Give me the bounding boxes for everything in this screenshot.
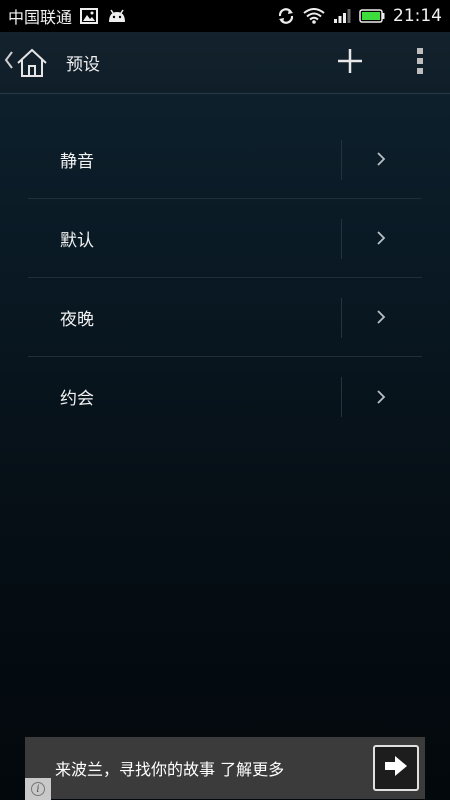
action-bar: 预设 xyxy=(0,32,450,94)
ad-text: 来波兰，寻找你的故事 了解更多 xyxy=(55,760,285,779)
preset-list: 静音 默认 夜晚 约会 xyxy=(28,120,422,436)
screen: 中国联通 21:14 预设 静音 默认 夜晚 约会 来波兰，寻找你的故事 了解更… xyxy=(0,0,450,800)
row-divider xyxy=(341,219,342,259)
row-divider xyxy=(341,140,342,180)
android-icon xyxy=(106,8,128,24)
clock: 21:14 xyxy=(393,6,442,26)
back-chevron-icon xyxy=(4,49,14,77)
ad-go-button[interactable] xyxy=(373,745,419,791)
chevron-right-icon[interactable] xyxy=(376,278,386,356)
up-navigation-button[interactable] xyxy=(0,32,50,93)
preset-label: 夜晚 xyxy=(60,309,94,330)
chevron-right-icon[interactable] xyxy=(376,199,386,277)
page-title: 预设 xyxy=(66,55,100,75)
preset-item-mute[interactable]: 静音 xyxy=(28,120,422,199)
add-icon xyxy=(336,47,364,79)
preset-label: 静音 xyxy=(60,151,94,172)
preset-item-default[interactable]: 默认 xyxy=(28,199,422,278)
info-icon: i xyxy=(31,782,45,796)
arrow-right-icon xyxy=(383,755,409,781)
status-bar: 中国联通 21:14 xyxy=(0,0,450,32)
ad-banner[interactable]: 来波兰，寻找你的故事 了解更多 xyxy=(25,737,425,799)
ad-info-button[interactable]: i xyxy=(25,778,51,800)
preset-label: 默认 xyxy=(60,230,94,251)
add-preset-button[interactable] xyxy=(320,32,380,93)
overflow-menu-icon xyxy=(416,46,424,80)
preset-item-date[interactable]: 约会 xyxy=(28,357,422,436)
row-divider xyxy=(341,298,342,338)
overflow-menu-button[interactable] xyxy=(390,32,450,93)
status-icons: 21:14 xyxy=(277,6,442,26)
signal-icon xyxy=(333,8,351,24)
home-icon xyxy=(14,45,50,81)
preset-item-night[interactable]: 夜晚 xyxy=(28,278,422,357)
row-divider xyxy=(341,377,342,417)
wifi-icon xyxy=(303,8,325,24)
sync-icon xyxy=(277,7,295,25)
carrier-name: 中国联通 xyxy=(8,8,73,27)
battery-icon xyxy=(359,8,385,24)
chevron-right-icon[interactable] xyxy=(376,120,386,198)
chevron-right-icon[interactable] xyxy=(376,357,386,436)
action-bar-actions xyxy=(320,32,450,93)
image-icon xyxy=(80,8,99,24)
preset-label: 约会 xyxy=(60,389,94,409)
